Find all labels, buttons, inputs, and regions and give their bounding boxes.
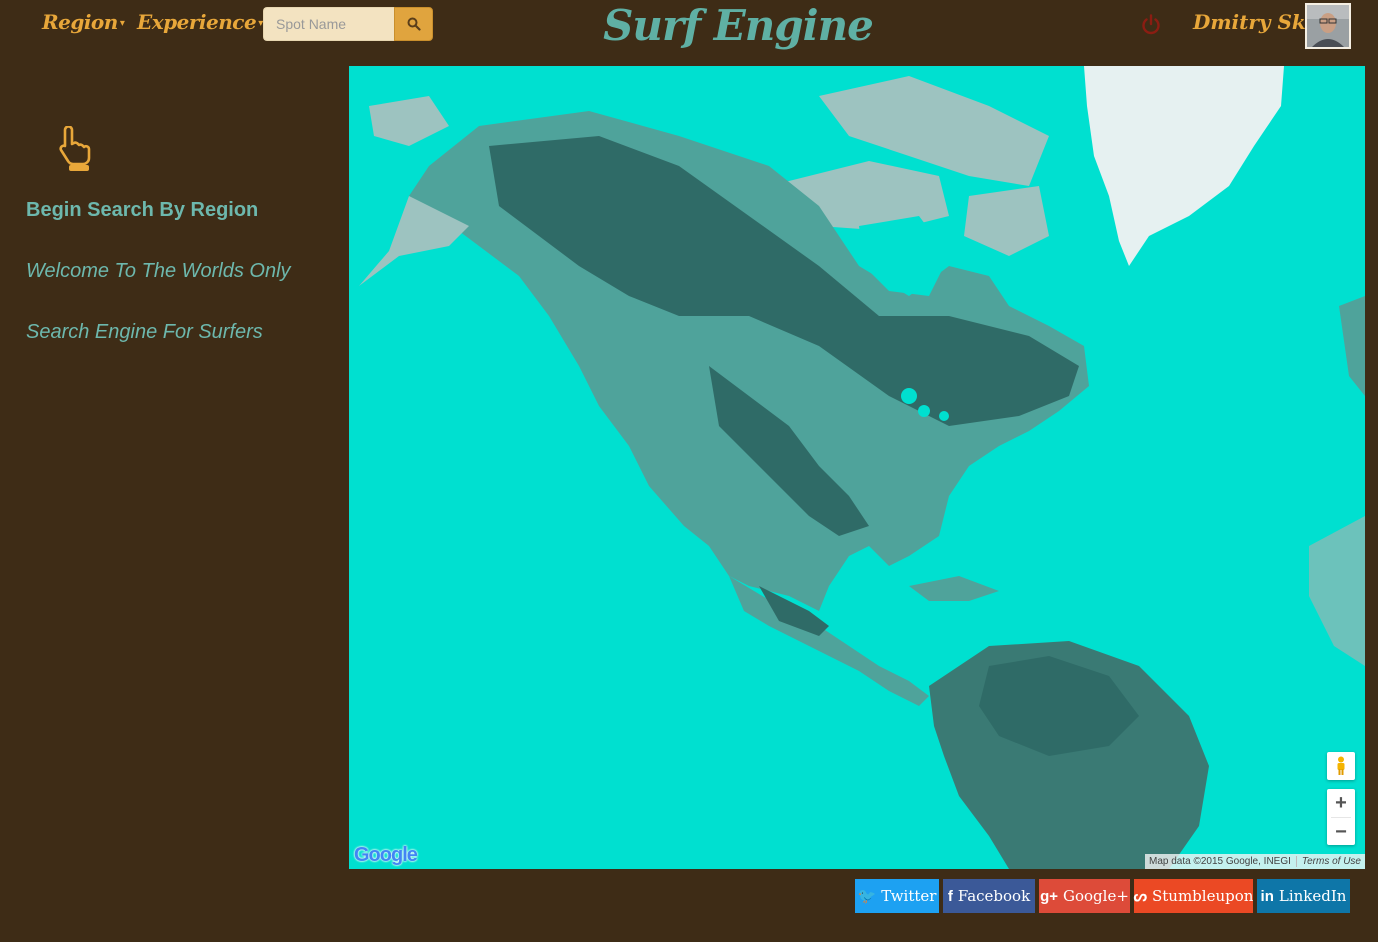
- twitter-share-button[interactable]: 🐦 Twitter: [855, 879, 939, 913]
- google-logo[interactable]: Google: [354, 844, 418, 867]
- google-plus-share-button[interactable]: g+ Google+: [1039, 879, 1130, 913]
- linkedin-share-button[interactable]: in LinkedIn: [1257, 879, 1350, 913]
- zoom-out-button[interactable]: −: [1327, 818, 1355, 846]
- facebook-share-button[interactable]: f Facebook: [943, 879, 1035, 913]
- experience-label: Experience: [137, 10, 257, 34]
- welcome-text: Welcome To The Worlds Only: [26, 260, 291, 282]
- spot-search: [263, 7, 433, 41]
- world-map[interactable]: Google Map data ©2015 Google, INEGI Terms…: [349, 66, 1365, 869]
- top-navbar: Region▾ Experience▾ Surf Engine Dmitry S…: [0, 0, 1378, 50]
- experience-dropdown[interactable]: Experience ▾: [137, 10, 263, 34]
- facebook-label: Facebook: [957, 887, 1031, 905]
- search-icon: [407, 17, 421, 31]
- username[interactable]: Dmitry Sky: [1193, 10, 1317, 34]
- map-data-text: Map data ©2015 Google, INEGI: [1149, 856, 1291, 867]
- terms-of-use-link[interactable]: Terms of Use: [1295, 856, 1361, 867]
- avatar-image: [1307, 5, 1349, 47]
- linkedin-icon: in: [1260, 887, 1274, 905]
- hand-pointer-icon: [59, 126, 91, 171]
- twitter-icon: 🐦: [857, 888, 877, 905]
- stumbleupon-share-button[interactable]: ᔕ Stumbleupon: [1134, 879, 1253, 913]
- avatar[interactable]: [1305, 3, 1351, 49]
- facebook-icon: f: [947, 887, 953, 905]
- brand-logo[interactable]: Surf Engine: [600, 0, 876, 52]
- map-attribution: Map data ©2015 Google, INEGI Terms of Use: [1145, 854, 1365, 869]
- search-button[interactable]: [394, 7, 433, 41]
- begin-search-heading: Begin Search By Region: [26, 199, 259, 221]
- stumbleupon-icon: ᔕ: [1133, 888, 1147, 905]
- power-icon[interactable]: [1140, 13, 1162, 37]
- region-dropdown[interactable]: Region ▾: [42, 10, 125, 34]
- region-label: Region: [42, 10, 118, 34]
- pegman-icon: [1337, 756, 1345, 775]
- zoom-control: + −: [1327, 789, 1355, 845]
- linkedin-label: LinkedIn: [1278, 887, 1347, 905]
- tagline-text: Search Engine For Surfers: [26, 321, 263, 343]
- google-plus-icon: g+: [1040, 887, 1059, 905]
- stumbleupon-label: Stumbleupon: [1151, 887, 1254, 905]
- zoom-in-button[interactable]: +: [1327, 789, 1355, 817]
- twitter-label: Twitter: [881, 887, 937, 905]
- street-view-pegman[interactable]: [1327, 752, 1355, 780]
- caret-down-icon: ▾: [119, 18, 125, 29]
- spot-search-input[interactable]: [263, 7, 394, 41]
- google-plus-label: Google+: [1063, 887, 1129, 905]
- google-logo-text: Google: [354, 844, 418, 866]
- map-terrain: [359, 66, 1365, 869]
